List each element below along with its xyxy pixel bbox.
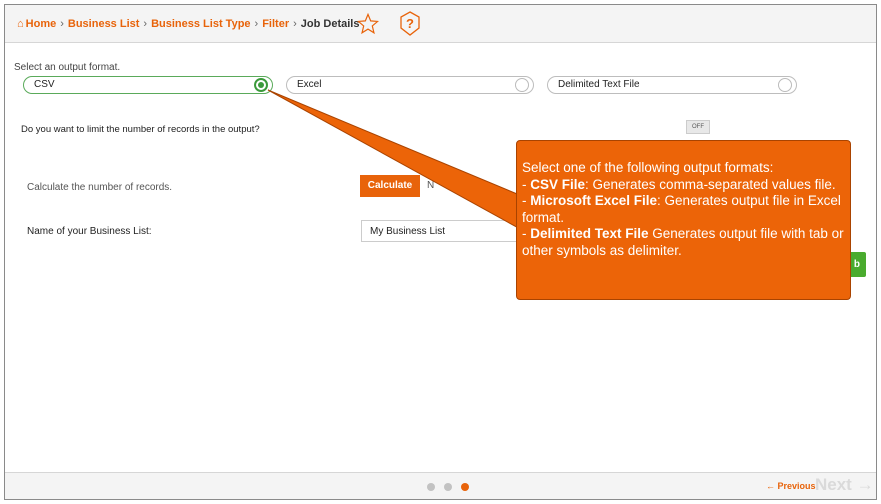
svg-text:?: ? [406, 16, 414, 31]
limit-records-toggle[interactable]: OFF [686, 120, 710, 134]
breadcrumb-separator: › [293, 18, 297, 30]
limit-records-question: Do you want to limit the number of recor… [21, 124, 260, 135]
tooltip-delimited-title: Delimited Text File [530, 226, 649, 241]
format-option-label: Excel [297, 79, 322, 90]
tooltip-csv-title: CSV File [530, 176, 586, 192]
format-option-label: CSV [34, 79, 55, 90]
tooltip-csv-desc: : Generates comma-separated values file. [585, 176, 836, 192]
step-indicator [427, 483, 469, 491]
calculate-records-label: Calculate the number of records. [27, 182, 173, 193]
output-format-tooltip: Select one of the following output forma… [516, 140, 851, 300]
breadcrumb-separator: › [254, 18, 259, 30]
step-dot [427, 483, 435, 491]
favorite-star-icon[interactable] [357, 13, 379, 35]
breadcrumb-current: Job Details [300, 18, 360, 30]
format-option-label: Delimited Text File [558, 79, 640, 90]
header-bar: ⌂ Home › Business List › Business List T… [5, 5, 876, 43]
previous-button[interactable]: ← Previous [766, 481, 816, 491]
breadcrumb-separator: › [60, 18, 64, 30]
footer-bar: ← Previous Next → [5, 472, 876, 499]
breadcrumb: ⌂ Home › Business List › Business List T… [17, 18, 359, 30]
radio-selected-icon[interactable] [254, 78, 268, 92]
breadcrumb-filter[interactable]: Filter [262, 18, 289, 30]
radio-icon[interactable] [515, 78, 529, 92]
tooltip-intro: Select one of the following output forma… [522, 160, 774, 175]
help-icon[interactable]: ? [398, 11, 422, 37]
business-list-name-label: Name of your Business List: [27, 226, 152, 237]
tooltip-excel-title: Microsoft Excel File [530, 193, 658, 208]
format-option-delimited[interactable]: Delimited Text File [547, 76, 797, 94]
output-format-label: Select an output format. [14, 62, 121, 73]
breadcrumb-separator: › [143, 18, 148, 30]
step-dot-active [461, 483, 469, 491]
breadcrumb-business-list[interactable]: Business List [68, 18, 140, 30]
next-button[interactable]: Next → [815, 475, 874, 495]
step-dot [444, 483, 452, 491]
business-list-name-input[interactable] [361, 220, 521, 242]
breadcrumb-home[interactable]: Home [26, 18, 57, 30]
radio-icon[interactable] [778, 78, 792, 92]
home-icon[interactable]: ⌂ [17, 18, 24, 30]
format-option-csv[interactable]: CSV [23, 76, 273, 94]
breadcrumb-business-list-type[interactable]: Business List Type [151, 18, 250, 30]
record-count-text: N [427, 180, 435, 191]
calculate-button[interactable]: Calculate [360, 175, 420, 197]
format-option-excel[interactable]: Excel [286, 76, 534, 94]
